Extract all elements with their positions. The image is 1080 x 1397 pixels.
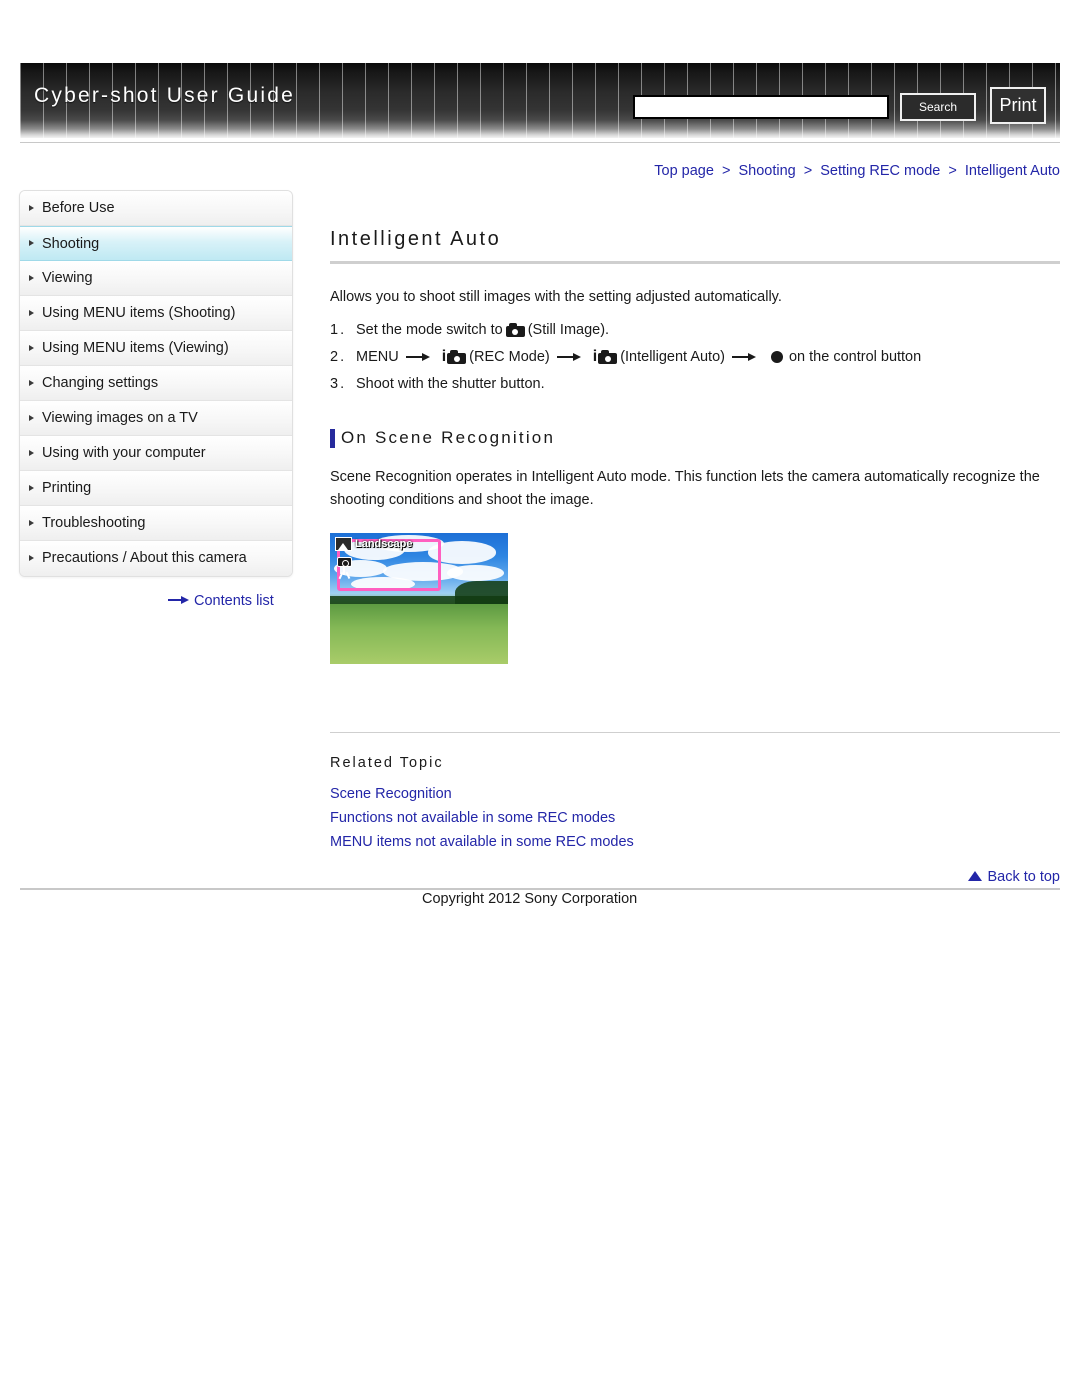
sidebar-item-label: Precautions / About this camera [42, 550, 247, 566]
related-topic-heading: Related Topic [330, 755, 444, 772]
scene-mode-label: Landscape [335, 537, 413, 552]
step-item-2: 2. MENU i (REC Mode) i (Intelligent Auto… [330, 349, 1060, 366]
step-text: Shoot with the shutter button. [356, 376, 545, 393]
related-link-scene-recognition[interactable]: Scene Recognition [330, 783, 1060, 807]
triangle-right-icon [29, 204, 34, 211]
step-text: (Still Image). [527, 322, 610, 339]
related-topic-divider [330, 732, 1060, 734]
sidebar-item-printing[interactable]: Printing [20, 471, 292, 506]
sidebar-item-label: Printing [42, 480, 92, 496]
landscape-icon [335, 537, 352, 552]
triangle-right-icon [29, 309, 34, 316]
print-button[interactable]: Print [990, 87, 1046, 124]
field [330, 604, 508, 665]
sidebar-item-using-menu-items-shooting[interactable]: Using MENU items (Shooting) [20, 296, 292, 331]
sidebar-item-using-menu-items-viewing[interactable]: Using MENU items (Viewing) [20, 331, 292, 366]
breadcrumb-separator: > [948, 163, 957, 179]
triangle-right-icon [29, 414, 34, 421]
section-body-paragraph: Scene Recognition operates in Intelligen… [330, 469, 1040, 508]
site-title: Cyber-shot User Guide [34, 84, 295, 107]
triangle-up-icon [968, 871, 983, 881]
i-camera-icon: i [593, 349, 618, 365]
triangle-right-icon [29, 344, 34, 351]
sidebar-item-label: Shooting [42, 236, 100, 252]
triangle-right-icon [29, 379, 34, 386]
triangle-right-icon [29, 274, 34, 281]
step-item-1: 1. Set the mode switch to (Still Image). [330, 322, 1060, 338]
sidebar-item-using-with-your-computer[interactable]: Using with your computer [20, 436, 292, 471]
triangle-right-icon [29, 519, 34, 526]
contents-list-link[interactable]: Contents list [168, 593, 274, 609]
sidebar-item-label: Using with your computer [42, 445, 206, 461]
related-link-menu-items-not-available[interactable]: MENU items not available in some REC mod… [330, 831, 1060, 855]
breadcrumb-item-shooting[interactable]: Shooting [738, 163, 795, 179]
i-camera-icon: i [442, 349, 467, 365]
camera-icon [505, 323, 525, 338]
step-text-intelligent-auto: (Intelligent Auto) [620, 349, 725, 366]
sidebar-item-precautions-about-this-camera[interactable]: Precautions / About this camera [20, 541, 292, 576]
sidebar-item-label: Viewing [42, 270, 93, 286]
main-content: Intelligent Auto Allows you to shoot sti… [330, 190, 1060, 854]
arrow-right-icon [556, 352, 583, 362]
sidebar-item-label: Changing settings [42, 375, 159, 391]
footer-divider [20, 888, 1060, 890]
breadcrumb-item-top-page[interactable]: Top page [654, 163, 714, 179]
step-number: 3. [330, 376, 347, 393]
arrow-right-icon [168, 596, 190, 604]
triangle-right-icon [29, 555, 34, 561]
tripod-camera-icon [337, 557, 352, 580]
arrow-right-icon [731, 352, 758, 362]
sidebar-item-shooting[interactable]: Shooting [20, 226, 292, 261]
page-title: Intelligent Auto [330, 228, 502, 250]
step-number: 2. [330, 349, 347, 366]
back-to-top-label: Back to top [987, 869, 1060, 885]
sidebar-item-before-use[interactable]: Before Use [20, 191, 292, 226]
step-text-menu: MENU [356, 349, 399, 366]
triangle-right-icon [29, 449, 34, 456]
breadcrumb: Top page > Shooting > Setting REC mode >… [654, 163, 1060, 179]
arrow-right-icon [405, 352, 432, 362]
sidebar-item-viewing[interactable]: Viewing [20, 261, 292, 296]
sidebar-nav: Before Use Shooting Viewing Using MENU i… [19, 190, 293, 577]
step-text: Set the mode switch to [356, 322, 503, 339]
back-to-top-link[interactable]: Back to top [968, 869, 1060, 885]
copyright-text: Copyright 2012 Sony Corporation [422, 891, 638, 907]
sidebar-item-label: Troubleshooting [42, 515, 146, 531]
sidebar-item-label: Viewing images on a TV [42, 410, 198, 426]
triangle-right-icon [29, 240, 34, 246]
triangle-right-icon [29, 484, 34, 491]
title-divider [330, 261, 1060, 264]
sidebar-item-label: Using MENU items (Viewing) [42, 340, 229, 356]
step-text-control-button: on the control button [788, 349, 922, 366]
related-link-functions-not-available[interactable]: Functions not available in some REC mode… [330, 807, 1060, 831]
scene-recognition-example-image: Landscape [330, 533, 508, 665]
step-item-3: 3. Shoot with the shutter button. [330, 376, 1060, 392]
sidebar-item-changing-settings[interactable]: Changing settings [20, 366, 292, 401]
contents-list-label: Contents list [194, 593, 274, 609]
sidebar-item-viewing-images-on-a-tv[interactable]: Viewing images on a TV [20, 401, 292, 436]
step-text-rec-mode: (REC Mode) [469, 349, 550, 366]
scene-mode-label-text: Landscape [355, 538, 413, 551]
step-list: 1. Set the mode switch to (Still Image).… [330, 322, 1060, 392]
step-number: 1. [330, 322, 347, 339]
control-dot-icon [770, 351, 783, 364]
breadcrumb-separator: > [803, 163, 813, 179]
breadcrumb-item-intelligent-auto[interactable]: Intelligent Auto [965, 163, 1060, 179]
sidebar-item-troubleshooting[interactable]: Troubleshooting [20, 506, 292, 541]
header-divider [20, 142, 1060, 143]
site-header: Cyber-shot User Guide Search Print [20, 63, 1060, 138]
breadcrumb-item-setting-rec-mode[interactable]: Setting REC mode [820, 163, 940, 179]
search-input[interactable] [633, 95, 889, 119]
intro-paragraph: Allows you to shoot still images with th… [330, 289, 782, 305]
sidebar-item-label: Using MENU items (Shooting) [42, 305, 236, 321]
sidebar-item-label: Before Use [42, 200, 115, 216]
breadcrumb-separator: > [721, 163, 731, 179]
section-heading-on-scene-recognition: On Scene Recognition [330, 428, 1060, 449]
search-button[interactable]: Search [900, 93, 976, 121]
